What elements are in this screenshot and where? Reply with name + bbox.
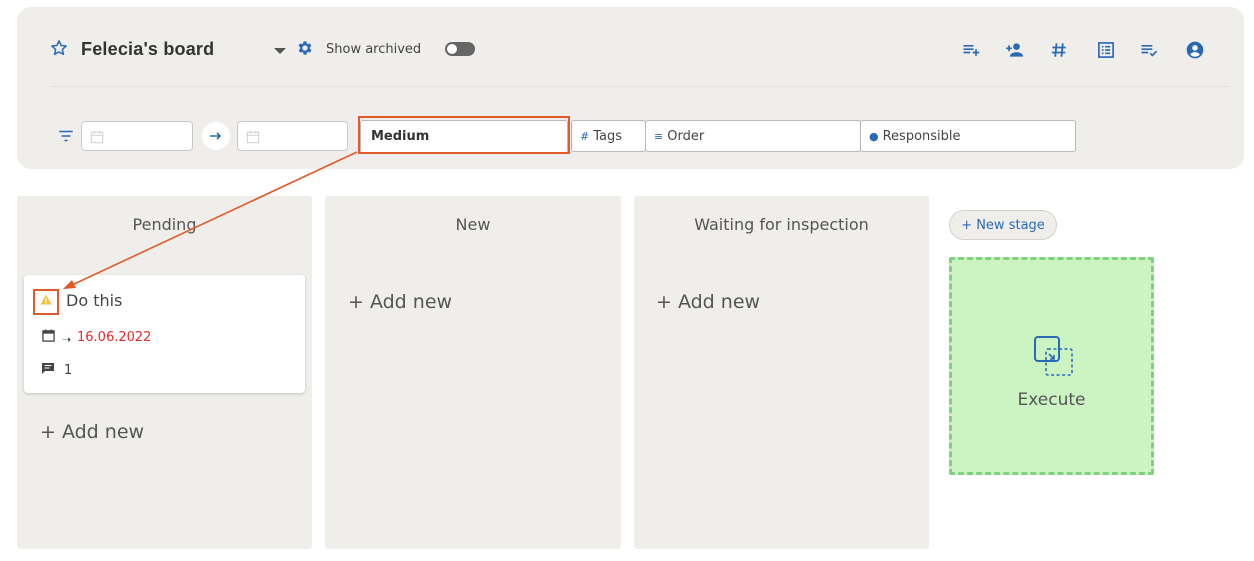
star-icon[interactable] — [50, 39, 68, 57]
arrow-right-icon: ➝ — [62, 333, 72, 346]
arrow-right-icon — [210, 132, 222, 140]
hashtag-icon: # — [580, 130, 590, 143]
show-archived-label: Show archived — [326, 42, 422, 57]
stage-title: New — [455, 215, 491, 234]
comment-icon — [42, 363, 54, 374]
stage-column-new: New + Add new — [325, 196, 621, 549]
hashtag-icon[interactable] — [1049, 40, 1069, 60]
filter-icon[interactable] — [57, 128, 75, 144]
show-archived-toggle[interactable] — [445, 42, 475, 56]
stage-title: Waiting for inspection — [694, 215, 869, 234]
add-member-icon[interactable] — [1004, 40, 1024, 60]
checklist-icon[interactable] — [1139, 40, 1159, 60]
comment-count: 1 — [64, 363, 73, 378]
calendar-icon — [42, 329, 55, 342]
calendar-icon — [246, 130, 260, 144]
person-icon: ● — [869, 130, 879, 143]
add-new-task-button[interactable]: + Add new — [656, 291, 760, 313]
add-list-icon[interactable] — [961, 40, 981, 60]
board-header: Felecia's board Show archived Medium # T… — [17, 7, 1244, 169]
gear-icon[interactable] — [296, 39, 314, 57]
new-stage-button[interactable]: + New stage — [949, 210, 1057, 240]
annotation-highlight-box — [358, 116, 570, 154]
order-filter[interactable]: ≡ Order — [645, 120, 861, 152]
annotation-highlight-box — [33, 289, 59, 315]
task-due-date: 16.06.2022 — [77, 330, 152, 345]
list-view-icon[interactable] — [1096, 40, 1116, 60]
move-to-icon — [1034, 336, 1073, 376]
execute-label: Execute — [1017, 390, 1086, 410]
account-icon[interactable] — [1185, 40, 1205, 60]
execute-drop-zone[interactable]: Execute — [949, 257, 1154, 475]
calendar-icon — [90, 130, 104, 144]
task-card[interactable]: Do this ➝ 16.06.2022 1 — [24, 275, 305, 393]
date-range-arrow-button[interactable] — [202, 122, 230, 150]
task-title: Do this — [66, 291, 123, 310]
add-new-task-button[interactable]: + Add new — [40, 421, 144, 443]
responsible-filter-label: Responsible — [882, 129, 961, 144]
stage-column-waiting-for-inspection: Waiting for inspection + Add new — [634, 196, 929, 549]
end-date-input[interactable] — [237, 121, 348, 151]
header-divider — [50, 86, 1230, 87]
responsible-filter[interactable]: ● Responsible — [860, 120, 1076, 152]
board-title: Felecia's board — [81, 39, 215, 59]
sort-icon: ≡ — [654, 130, 664, 143]
tags-filter[interactable]: # Tags — [571, 120, 646, 152]
tags-filter-label: Tags — [593, 129, 622, 144]
board-menu-chevron-icon[interactable] — [274, 48, 286, 54]
add-new-task-button[interactable]: + Add new — [348, 291, 452, 313]
stage-title: Pending — [132, 215, 197, 234]
start-date-input[interactable] — [81, 121, 193, 151]
order-filter-label: Order — [667, 129, 705, 144]
